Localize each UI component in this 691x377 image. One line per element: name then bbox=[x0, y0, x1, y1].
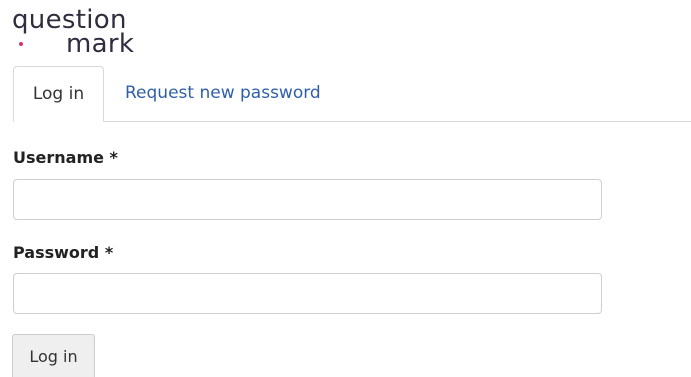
log-in-button[interactable]: Log in bbox=[12, 334, 95, 377]
login-tabs: Log in Request new password bbox=[13, 66, 691, 122]
tab-log-in[interactable]: Log in bbox=[13, 66, 104, 122]
login-page: question mark Log in Request new passwor… bbox=[0, 0, 691, 377]
password-label: Password * bbox=[13, 243, 114, 262]
tab-request-new-password[interactable]: Request new password bbox=[125, 66, 321, 120]
password-input[interactable] bbox=[13, 273, 602, 314]
questionmark-logo: question mark bbox=[12, 2, 152, 60]
logo-text-mark: mark bbox=[66, 29, 135, 59]
username-input[interactable] bbox=[13, 179, 602, 220]
logo-dot-icon bbox=[19, 42, 23, 46]
username-label: Username * bbox=[13, 148, 118, 167]
